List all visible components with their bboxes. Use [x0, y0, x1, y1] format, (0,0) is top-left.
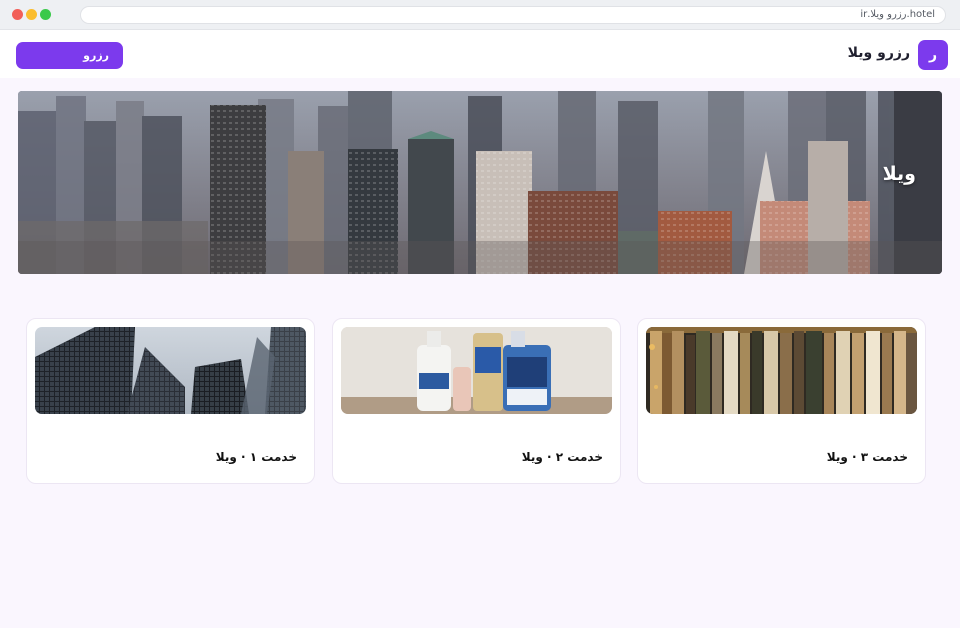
glass-towers-image [35, 327, 306, 414]
cleaning-products-image [341, 327, 612, 414]
card-title: خدمت ۱ · ویلا [215, 450, 297, 464]
city-skyline-image [18, 91, 942, 274]
hero-banner: ویلا [18, 91, 942, 274]
book-button[interactable]: رزرو [16, 42, 123, 69]
window-minimize-icon[interactable] [26, 9, 37, 20]
card-title: خدمت ۲ · ویلا [521, 450, 603, 464]
address-bar[interactable]: hotel.رزرو ویلا.ir [80, 6, 946, 24]
brand-name[interactable]: رزرو ویلا [848, 45, 910, 61]
service-card[interactable]: خدمت ۳ · ویلا [637, 318, 926, 484]
browser-chrome: hotel.رزرو ویلا.ir [0, 0, 960, 30]
window-maximize-icon[interactable] [40, 9, 51, 20]
window-close-icon[interactable] [12, 9, 23, 20]
site-header: ر رزرو ویلا رزرو [0, 30, 960, 78]
clothing-rack-image [646, 327, 917, 414]
service-card[interactable]: خدمت ۱ · ویلا [26, 318, 315, 484]
address-bar-url: hotel.رزرو ویلا.ir [860, 9, 935, 20]
card-title: خدمت ۳ · ویلا [826, 450, 908, 464]
logo-icon[interactable]: ر [918, 40, 948, 70]
hero-title: ویلا [882, 163, 916, 185]
service-card[interactable]: خدمت ۲ · ویلا [332, 318, 621, 484]
